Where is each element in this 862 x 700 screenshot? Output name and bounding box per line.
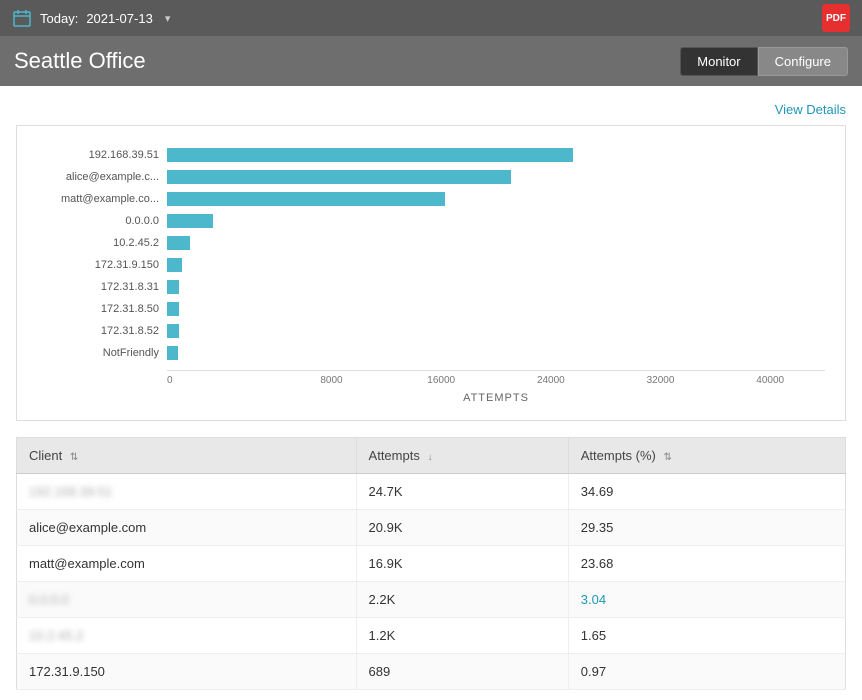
cell-attempts-pct: 23.68 [568,546,845,582]
bar-row: NotFriendly [37,344,825,362]
bar-row: matt@example.co... [37,190,825,208]
bar-label: 172.31.8.31 [37,281,167,293]
chart-container: 192.168.39.51 alice@example.c... matt@ex… [16,125,846,421]
bar-fill [167,214,213,228]
bar-label: 0.0.0.0 [37,215,167,227]
table-row: 172.31.9.150 689 0.97 [17,654,846,690]
x-axis-label: 32000 [606,375,716,386]
bar-track [167,148,825,162]
bar-row: 172.31.9.150 [37,256,825,274]
cell-attempts: 16.9K [356,546,568,582]
bar-chart: 192.168.39.51 alice@example.c... matt@ex… [37,146,825,366]
cell-attempts-pct: 3.04 [568,582,845,618]
date-chevron-icon: ▾ [165,12,171,25]
bar-row: 172.31.8.52 [37,322,825,340]
configure-button[interactable]: Configure [758,47,848,76]
view-details-link[interactable]: View Details [775,102,846,117]
bar-track [167,280,825,294]
bar-fill [167,148,573,162]
header-bar: Seattle Office Monitor Configure [0,36,862,86]
x-axis-label: 0 [167,375,277,386]
cell-client: 172.31.9.150 [17,654,357,690]
bar-row: 172.31.8.50 [37,300,825,318]
bar-track [167,324,825,338]
bar-fill [167,192,445,206]
main-content: View Details 192.168.39.51 alice@example… [0,86,862,700]
cell-attempts-pct: 0.97 [568,654,845,690]
bar-row: alice@example.c... [37,168,825,186]
bar-row: 172.31.8.31 [37,278,825,296]
bar-fill [167,346,178,360]
cell-client: alice@example.com [17,510,357,546]
view-details-row: View Details [16,96,846,125]
x-axis-label: 16000 [386,375,496,386]
bar-label: 172.31.8.52 [37,325,167,337]
bar-fill [167,324,179,338]
bar-label: 172.31.9.150 [37,259,167,271]
cell-attempts-pct: 29.35 [568,510,845,546]
table-row: matt@example.com 16.9K 23.68 [17,546,846,582]
pdf-button[interactable]: PDF [822,4,850,32]
x-axis-title: ATTEMPTS [167,392,825,404]
bar-row: 0.0.0.0 [37,212,825,230]
x-axis: 0800016000240003200040000 [167,370,825,386]
x-axis-label: 8000 [277,375,387,386]
bar-row: 192.168.39.51 [37,146,825,164]
cell-attempts: 1.2K [356,618,568,654]
bar-fill [167,236,190,250]
page-title: Seattle Office [14,48,146,74]
cell-client: 0.0.0.0 [17,582,357,618]
cell-attempts-pct: 1.65 [568,618,845,654]
bar-fill [167,302,179,316]
bar-track [167,236,825,250]
cell-client: 192.168.39.51 [17,474,357,510]
bar-track [167,170,825,184]
date-selector[interactable]: Today: 2021-07-13 ▾ [12,8,170,28]
col-attempts[interactable]: Attempts ↓ [356,438,568,474]
x-axis-label: 24000 [496,375,606,386]
calendar-icon [12,8,32,28]
table-row: 0.0.0.0 2.2K 3.04 [17,582,846,618]
bar-fill [167,280,179,294]
bar-label: matt@example.co... [37,193,167,205]
table-row: 192.168.39.51 24.7K 34.69 [17,474,846,510]
bar-track [167,192,825,206]
bar-track [167,214,825,228]
cell-attempts: 20.9K [356,510,568,546]
bar-track [167,346,825,360]
bar-label: 192.168.39.51 [37,149,167,161]
sort-icon-attempts-pct: ⇅ [664,452,672,463]
cell-client: matt@example.com [17,546,357,582]
data-table: Client ⇅ Attempts ↓ Attempts (%) ⇅ 192.1… [16,437,846,690]
col-client[interactable]: Client ⇅ [17,438,357,474]
table-row: 10.2.45.2 1.2K 1.65 [17,618,846,654]
bar-track [167,258,825,272]
sort-icon-client: ⇅ [70,452,78,463]
sort-icon-attempts: ↓ [427,452,432,463]
cell-attempts: 689 [356,654,568,690]
bar-label: alice@example.c... [37,171,167,183]
table-row: alice@example.com 20.9K 29.35 [17,510,846,546]
header-button-group: Monitor Configure [680,47,848,76]
cell-attempts-pct: 34.69 [568,474,845,510]
date-value: 2021-07-13 [86,11,153,26]
monitor-button[interactable]: Monitor [680,47,757,76]
bar-label: NotFriendly [37,347,167,359]
bar-fill [167,170,511,184]
x-axis-label: 40000 [715,375,825,386]
bar-fill [167,258,182,272]
cell-client: 10.2.45.2 [17,618,357,654]
bar-label: 10.2.45.2 [37,237,167,249]
bar-track [167,302,825,316]
cell-attempts: 24.7K [356,474,568,510]
today-label: Today: [40,11,78,26]
top-bar: Today: 2021-07-13 ▾ PDF [0,0,862,36]
cell-attempts: 2.2K [356,582,568,618]
bar-label: 172.31.8.50 [37,303,167,315]
col-attempts-pct[interactable]: Attempts (%) ⇅ [568,438,845,474]
bar-row: 10.2.45.2 [37,234,825,252]
